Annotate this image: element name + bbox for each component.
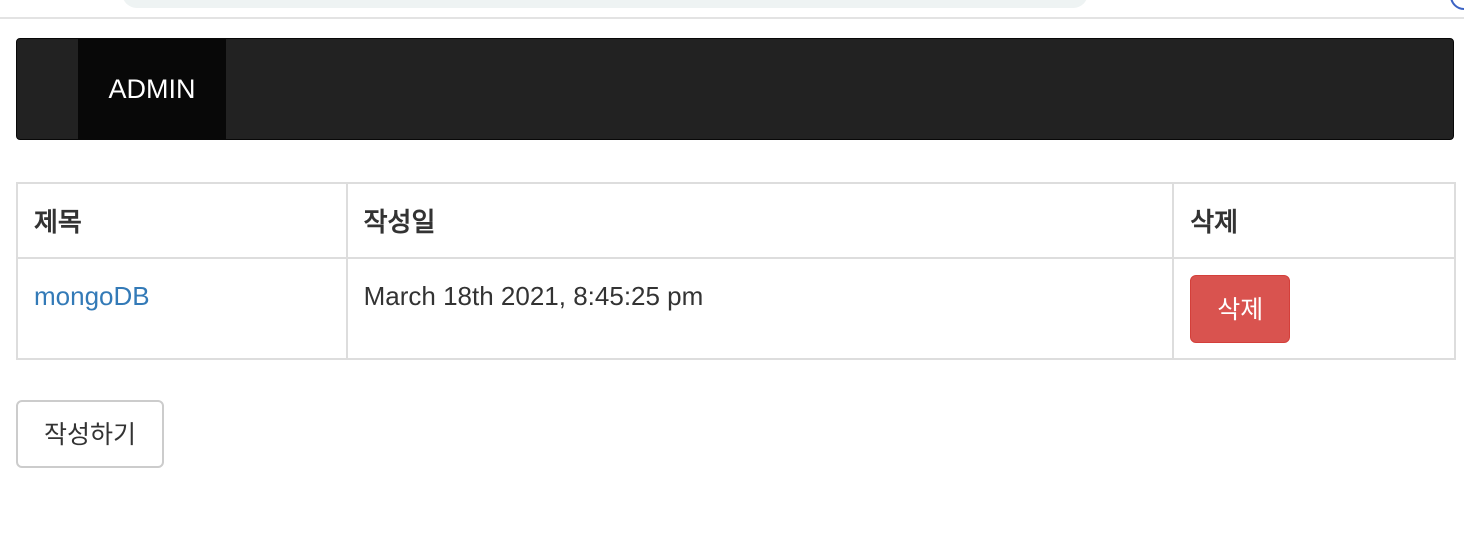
navbar: ADMIN bbox=[16, 38, 1454, 140]
profile-icon[interactable] bbox=[1450, 0, 1464, 10]
delete-button[interactable]: 삭제 bbox=[1190, 275, 1291, 343]
address-bar[interactable] bbox=[122, 0, 1088, 8]
post-title-link[interactable]: mongoDB bbox=[34, 281, 150, 311]
column-header-delete: 삭제 bbox=[1172, 182, 1456, 259]
navbar-brand[interactable]: ADMIN bbox=[78, 39, 226, 139]
post-date-cell: March 18th 2021, 8:45:25 pm bbox=[345, 257, 1175, 360]
write-post-button[interactable]: 작성하기 bbox=[16, 400, 164, 468]
post-title-cell: mongoDB bbox=[16, 257, 348, 360]
column-header-date: 작성일 bbox=[345, 182, 1175, 259]
column-header-title: 제목 bbox=[16, 182, 348, 259]
table-header-row: 제목 작성일 삭제 bbox=[16, 182, 1456, 259]
post-delete-cell: 삭제 bbox=[1172, 257, 1456, 360]
table-row: mongoDB March 18th 2021, 8:45:25 pm 삭제 bbox=[16, 257, 1456, 360]
posts-table: 제목 작성일 삭제 mongoDB March 18th 2021, 8:45:… bbox=[16, 182, 1456, 360]
browser-toolbar bbox=[0, 0, 1464, 19]
